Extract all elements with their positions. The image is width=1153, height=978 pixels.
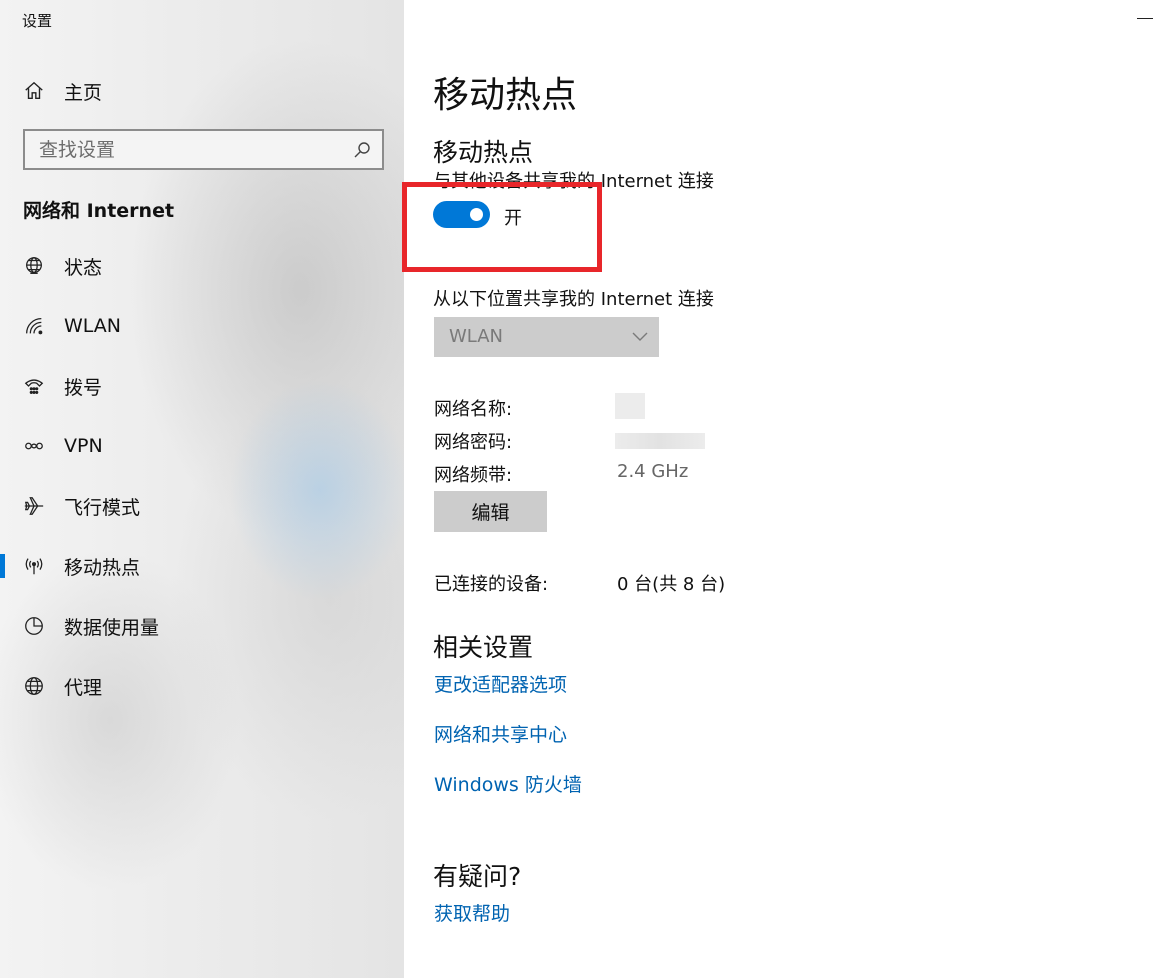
home-nav-item[interactable]: 主页 xyxy=(0,67,404,115)
sidebar-item-label: 状态 xyxy=(64,256,103,279)
vpn-icon xyxy=(22,434,46,458)
link-change-adapter-options[interactable]: 更改适配器选项 xyxy=(434,670,567,697)
highlight-annotation-box xyxy=(402,182,602,272)
related-settings-title: 相关设置 xyxy=(433,633,534,662)
pie-chart-icon xyxy=(22,614,46,638)
sidebar-item-label: VPN xyxy=(64,435,103,457)
search-icon[interactable] xyxy=(352,140,372,160)
connected-devices-value: 0 台(共 8 台) xyxy=(617,574,726,595)
home-label: 主页 xyxy=(64,81,103,104)
dialup-icon xyxy=(22,374,46,398)
network-name-value-blurred xyxy=(615,393,645,419)
app-title: 设置 xyxy=(22,12,53,30)
section-title: 移动热点 xyxy=(433,138,534,167)
select-value: WLAN xyxy=(449,326,504,347)
connected-devices-label: 已连接的设备: xyxy=(434,574,549,595)
share-source-label: 从以下位置共享我的 Internet 连接 xyxy=(433,289,714,310)
network-password-label: 网络密码: xyxy=(434,432,513,453)
sidebar-item-label: 移动热点 xyxy=(64,556,141,579)
globe-icon xyxy=(22,674,46,698)
page-title: 移动热点 xyxy=(433,75,578,116)
network-name-label: 网络名称: xyxy=(434,399,513,420)
sidebar-item-status[interactable]: 状态 xyxy=(0,242,404,290)
sidebar-item-wlan[interactable]: WLAN xyxy=(0,302,404,350)
sidebar-item-dialup[interactable]: 拨号 xyxy=(0,362,404,410)
link-network-sharing-center[interactable]: 网络和共享中心 xyxy=(434,720,567,747)
sidebar-item-label: 数据使用量 xyxy=(64,616,160,639)
network-password-value-blurred xyxy=(615,433,705,449)
help-title: 有疑问? xyxy=(433,862,522,891)
network-band-value: 2.4 GHz xyxy=(617,461,689,482)
share-source-select[interactable]: WLAN xyxy=(434,317,659,357)
main-content: 移动热点 移动热点 与其他设备共享我的 Internet 连接 开 从以下位置共… xyxy=(402,0,1153,978)
sidebar-item-mobile-hotspot[interactable]: 移动热点 xyxy=(0,542,404,590)
search-box[interactable] xyxy=(23,129,384,170)
minimize-button[interactable] xyxy=(1137,18,1153,19)
sidebar-item-label: 代理 xyxy=(64,676,103,699)
hotspot-icon xyxy=(22,554,46,578)
sidebar-item-data-usage[interactable]: 数据使用量 xyxy=(0,602,404,650)
network-band-label: 网络频带: xyxy=(434,465,513,486)
sidebar-item-proxy[interactable]: 代理 xyxy=(0,662,404,710)
sidebar-item-label: WLAN xyxy=(64,315,122,337)
search-input[interactable] xyxy=(39,137,339,163)
selected-indicator xyxy=(0,554,5,578)
home-icon xyxy=(22,79,46,103)
sidebar: 设置 主页 网络和 Internet 状态 xyxy=(0,0,404,978)
sidebar-item-vpn[interactable]: VPN xyxy=(0,422,404,470)
sidebar-item-label: 飞行模式 xyxy=(64,496,141,519)
edit-button[interactable]: 编辑 xyxy=(434,491,547,532)
link-windows-firewall[interactable]: Windows 防火墙 xyxy=(434,770,582,797)
globe-status-icon xyxy=(22,254,46,278)
sidebar-item-airplane-mode[interactable]: 飞行模式 xyxy=(0,482,404,530)
airplane-icon xyxy=(22,494,46,518)
link-get-help[interactable]: 获取帮助 xyxy=(434,899,510,926)
sidebar-item-label: 拨号 xyxy=(64,376,103,399)
section-heading: 网络和 Internet xyxy=(23,200,175,222)
wifi-icon xyxy=(22,314,46,338)
chevron-down-icon xyxy=(632,332,648,341)
